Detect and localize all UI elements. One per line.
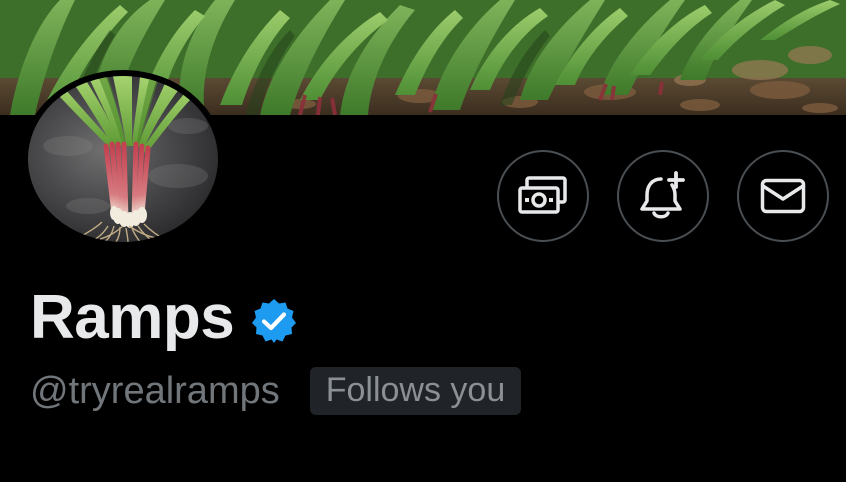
- tip-button[interactable]: [497, 150, 589, 242]
- profile-avatar[interactable]: [22, 70, 224, 248]
- username-handle: @tryrealramps: [30, 370, 280, 412]
- bell-plus-icon: [639, 171, 687, 221]
- avatar-image: [28, 76, 218, 242]
- envelope-icon: [760, 178, 806, 214]
- follows-you-badge: Follows you: [309, 367, 522, 415]
- message-button[interactable]: [737, 150, 829, 242]
- profile-header: Ramps @tryrealramps Follows you: [0, 0, 846, 482]
- verified-badge-icon[interactable]: [250, 297, 298, 345]
- notify-button[interactable]: [617, 150, 709, 242]
- name-row: Ramps: [30, 278, 298, 358]
- money-icon: [517, 176, 569, 216]
- display-name: Ramps: [30, 283, 235, 352]
- handle-row: @tryrealramps Follows you: [30, 366, 522, 416]
